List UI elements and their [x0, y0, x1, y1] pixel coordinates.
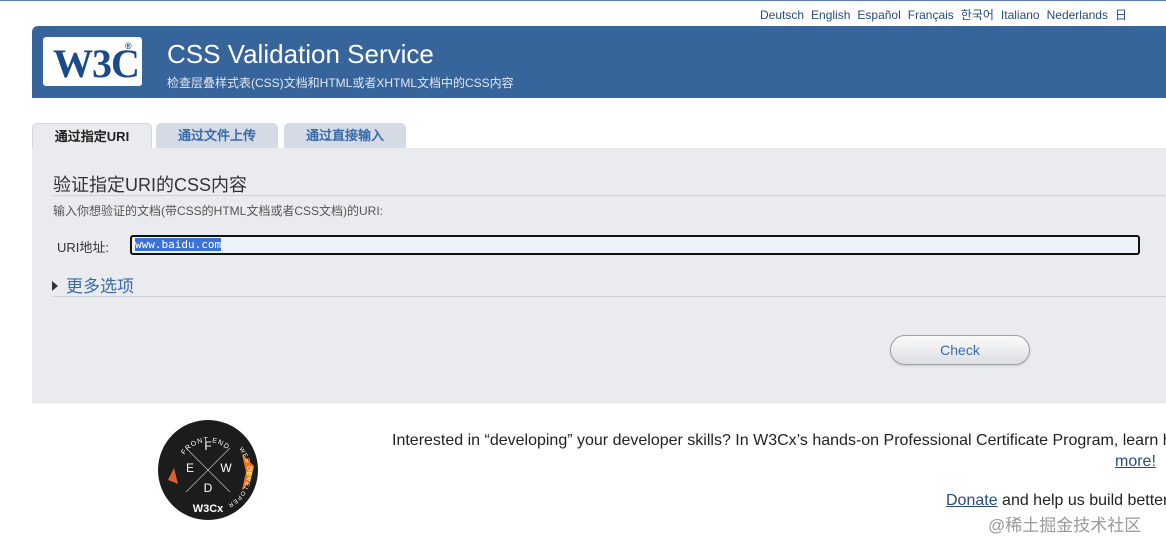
heading-divider — [53, 195, 1166, 196]
w3c-logo[interactable]: W3C ® — [43, 37, 142, 86]
panel-description: 输入你想验证的文档(带CSS的HTML文档或者CSS文档)的URI: — [53, 204, 384, 218]
lang-link-espanol[interactable]: Español — [857, 8, 900, 22]
uri-label: URI地址: — [57, 240, 110, 255]
badge-letter-d: D — [204, 481, 213, 495]
options-divider — [53, 296, 1166, 297]
badge-brand: W3Cx — [193, 503, 224, 515]
top-border — [0, 0, 1166, 1]
tab-direct-input[interactable]: 通过直接输入 — [284, 123, 406, 149]
uri-input-value: www.baidu.com — [135, 238, 222, 251]
badge-graphic: FRONT END WEB DEVELOPER F E W D W3Cx — [160, 422, 256, 518]
donate-link[interactable]: Donate — [946, 492, 998, 509]
lang-link-korean[interactable]: 한국어 — [961, 8, 994, 22]
tab-by-uri[interactable]: 通过指定URI — [32, 123, 152, 150]
lang-link-japanese[interactable]: 日 — [1115, 8, 1127, 22]
panel-heading: 验证指定URI的CSS内容 — [53, 175, 248, 195]
tab-file-upload[interactable]: 通过文件上传 — [156, 123, 278, 149]
more-link[interactable]: more! — [1115, 453, 1156, 471]
badge-letter-w: W — [220, 461, 232, 475]
badge-letter-f: F — [204, 439, 211, 453]
check-button[interactable]: Check — [890, 335, 1030, 365]
site-banner: W3C ® CSS Validation Service 检查层叠样式表(CSS… — [32, 26, 1166, 98]
site-title: CSS Validation Service — [167, 39, 434, 69]
site-subtitle: 检查层叠样式表(CSS)文档和HTML或者XHTML文档中的CSS内容 — [167, 76, 514, 90]
uri-validation-panel: 验证指定URI的CSS内容 输入你想验证的文档(带CSS的HTML文档或者CSS… — [32, 148, 1166, 403]
donate-text: and help us build better — [997, 492, 1166, 509]
uri-input[interactable]: www.baidu.com — [130, 235, 1140, 255]
donate-line: Donate and help us build better — [946, 492, 1166, 510]
language-bar: Deutsch English Español Français 한국어 Italiano… — [760, 6, 1166, 23]
lang-link-nederlands[interactable]: Nederlands — [1047, 8, 1108, 22]
more-options-toggle[interactable]: 更多选项 — [52, 272, 134, 297]
watermark: @稀土掘金技术社区 — [988, 516, 1142, 535]
badge-letter-e: E — [186, 461, 194, 475]
lang-link-english[interactable]: English — [811, 8, 850, 22]
registered-mark: ® — [125, 41, 132, 51]
lang-link-francais[interactable]: Français — [908, 8, 954, 22]
w3cx-frontend-badge[interactable]: FRONT END WEB DEVELOPER F E W D W3Cx — [158, 420, 258, 520]
more-options-label: 更多选项 — [66, 277, 134, 296]
triangle-right-icon — [52, 281, 58, 291]
lang-link-italiano[interactable]: Italiano — [1001, 8, 1040, 22]
promo-text: Interested in “developing” your develope… — [392, 432, 1166, 449]
lang-link-deutsch[interactable]: Deutsch — [760, 8, 804, 22]
